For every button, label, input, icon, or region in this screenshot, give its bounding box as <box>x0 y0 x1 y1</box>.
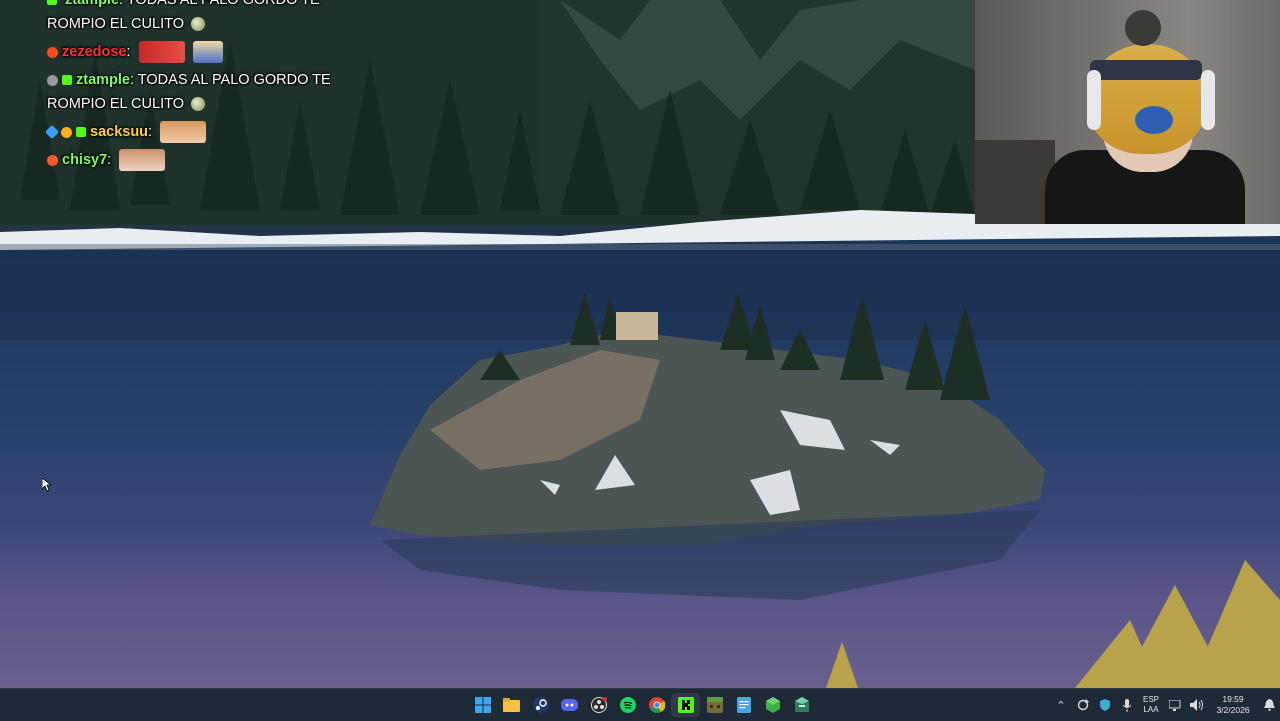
badge-icon <box>47 154 58 166</box>
show-hidden-icons-button[interactable]: ⌃ <box>1050 689 1072 721</box>
taskbar: ⌃ ESP LAA 19:59 3/2/2026 <box>0 688 1280 721</box>
background-shelf <box>975 140 1055 224</box>
tray-defender-icon[interactable] <box>1094 689 1116 721</box>
chat-username: sacksuu <box>90 124 149 140</box>
taskbar-spotify[interactable] <box>613 693 642 717</box>
chat-username: ztample <box>65 0 120 8</box>
taskbar-obs[interactable] <box>584 693 613 717</box>
package-icon <box>794 697 809 712</box>
emote-icon <box>119 149 166 172</box>
taskbar-chrome[interactable] <box>642 693 671 717</box>
badge-icon <box>47 46 58 58</box>
taskbar-package-app[interactable] <box>787 693 816 717</box>
taskbar-kick[interactable] <box>671 693 700 717</box>
emoji-icon <box>191 97 206 112</box>
beanie-logo-icon <box>1135 106 1173 134</box>
badge-icon <box>76 127 86 138</box>
chat-username: chisy7 <box>62 152 108 168</box>
badge-icon <box>62 75 72 86</box>
taskbar-discord[interactable] <box>555 693 584 717</box>
system-tray: ⌃ ESP LAA 19:59 3/2/2026 <box>1050 689 1280 721</box>
chat-username: zezedose <box>62 44 127 60</box>
taskbar-file-explorer[interactable] <box>497 693 526 717</box>
folder-icon <box>503 698 520 712</box>
sync-icon <box>1077 699 1089 711</box>
headphone-left <box>1087 70 1101 130</box>
chrome-icon <box>648 697 665 713</box>
badge-icon <box>44 125 60 140</box>
language-code: ESP <box>1142 695 1159 704</box>
stream-chat-overlay: ztample: TODAS AL PALO GORDO TE ROMPIO E… <box>44 0 347 176</box>
spotify-icon <box>619 697 636 713</box>
language-indicator[interactable]: ESP LAA <box>1138 695 1164 715</box>
webcam-overlay <box>975 0 1280 224</box>
taskbar-steam[interactable] <box>526 693 555 717</box>
clock[interactable]: 19:59 3/2/2026 <box>1208 694 1258 716</box>
chat-message: zezedose: <box>47 40 347 64</box>
discord-icon <box>561 699 578 711</box>
keyboard-layout: LAA <box>1143 705 1159 714</box>
start-button[interactable] <box>468 693 497 717</box>
emote-icon <box>192 41 223 64</box>
chevron-up-icon: ⌃ <box>1056 699 1066 712</box>
obs-icon <box>590 697 607 713</box>
steam-icon <box>532 697 549 713</box>
notifications-button[interactable] <box>1258 689 1280 721</box>
badge-icon <box>61 126 72 138</box>
beanie-band <box>1090 60 1202 80</box>
minecraft-icon <box>706 697 723 713</box>
kick-icon <box>677 697 694 713</box>
tray-sync-icon[interactable] <box>1072 689 1094 721</box>
windows-icon <box>474 697 491 713</box>
shield-icon <box>1100 699 1110 711</box>
chat-message: sacksuu: <box>44 120 347 144</box>
tray-network-icon[interactable] <box>1164 689 1186 721</box>
clock-time: 19:59 <box>1222 694 1244 704</box>
emote-icon <box>138 41 185 64</box>
notepad-icon <box>736 697 751 713</box>
network-icon <box>1168 699 1180 711</box>
taskbar-notepad[interactable] <box>729 693 758 717</box>
beanie-pom <box>1125 10 1161 46</box>
emoji-icon <box>191 17 206 32</box>
taskbar-green-app[interactable] <box>758 693 787 717</box>
volume-icon <box>1190 699 1203 711</box>
clock-date: 3/2/2026 <box>1216 705 1250 715</box>
chat-message: ztample: TODAS AL PALO GORDO TE ROMPIO E… <box>47 0 347 36</box>
tray-volume-icon[interactable] <box>1186 689 1208 721</box>
tray-microphone-icon[interactable] <box>1116 689 1138 721</box>
microphone-icon <box>1122 698 1132 712</box>
bell-icon <box>1263 699 1275 711</box>
taskbar-apps <box>468 693 816 717</box>
badge-icon <box>47 0 57 6</box>
emote-icon <box>160 121 207 144</box>
taskbar-minecraft[interactable] <box>700 693 729 717</box>
chat-username: ztample <box>76 72 130 88</box>
chat-message: ztample: TODAS AL PALO GORDO TE ROMPIO E… <box>47 72 331 112</box>
green-cube-icon <box>765 697 780 713</box>
badge-icon <box>47 74 58 86</box>
headphone-right <box>1201 70 1215 130</box>
chat-message: chisy7: <box>47 148 347 172</box>
